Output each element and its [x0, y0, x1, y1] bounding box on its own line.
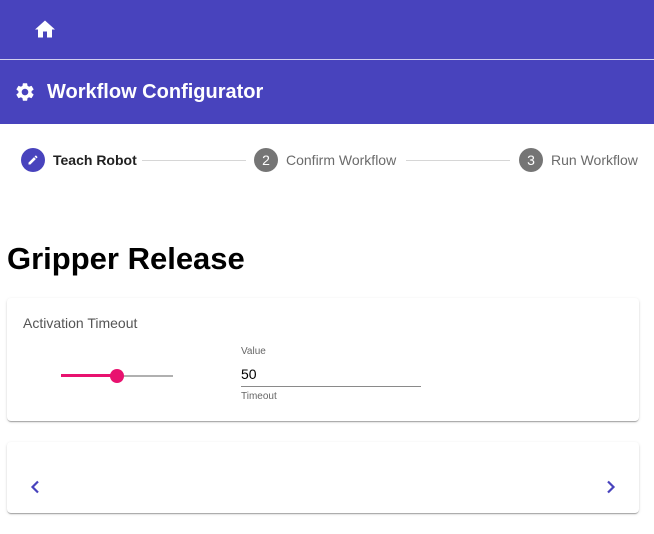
step-3-marker: 3 — [519, 148, 543, 172]
step-confirm-workflow[interactable]: 2 Confirm Workflow — [254, 148, 396, 172]
field-label: Value — [241, 346, 266, 357]
home-button[interactable] — [33, 17, 57, 41]
step-1-marker — [21, 148, 45, 172]
step-2-marker: 2 — [254, 148, 278, 172]
previous-button[interactable] — [25, 475, 45, 499]
field-hint: Timeout — [241, 391, 277, 402]
chevron-left-icon — [30, 480, 39, 494]
step-connector — [142, 160, 246, 161]
card-heading: Activation Timeout — [23, 315, 138, 331]
top-app-bar — [0, 0, 654, 60]
navigation-card — [7, 442, 639, 513]
timeout-slider[interactable] — [61, 366, 173, 386]
slider-thumb[interactable] — [110, 369, 124, 383]
timeout-value-field: Value Timeout — [241, 346, 421, 403]
gear-icon — [16, 83, 34, 101]
page-title: Gripper Release — [7, 241, 245, 276]
step-label: Confirm Workflow — [286, 152, 397, 168]
activation-timeout-card: Activation Timeout Value Timeout — [7, 298, 639, 421]
next-button[interactable] — [601, 475, 621, 499]
title-bar: Workflow Configurator — [0, 60, 654, 124]
step-connector — [406, 160, 510, 161]
workflow-stepper: Teach Robot 2 Confirm Workflow 3 Run Wor… — [0, 124, 654, 196]
chevron-right-icon — [607, 480, 616, 494]
timeout-value-input[interactable] — [241, 365, 421, 387]
step-teach-robot[interactable]: Teach Robot — [21, 148, 137, 172]
step-label: Run Workflow — [551, 152, 638, 168]
step-run-workflow[interactable]: 3 Run Workflow — [519, 148, 638, 172]
pencil-icon — [28, 155, 38, 165]
step-label: Teach Robot — [53, 152, 137, 168]
slider-track-fill — [61, 374, 117, 377]
app-title: Workflow Configurator — [47, 81, 264, 103]
home-icon — [35, 20, 55, 38]
